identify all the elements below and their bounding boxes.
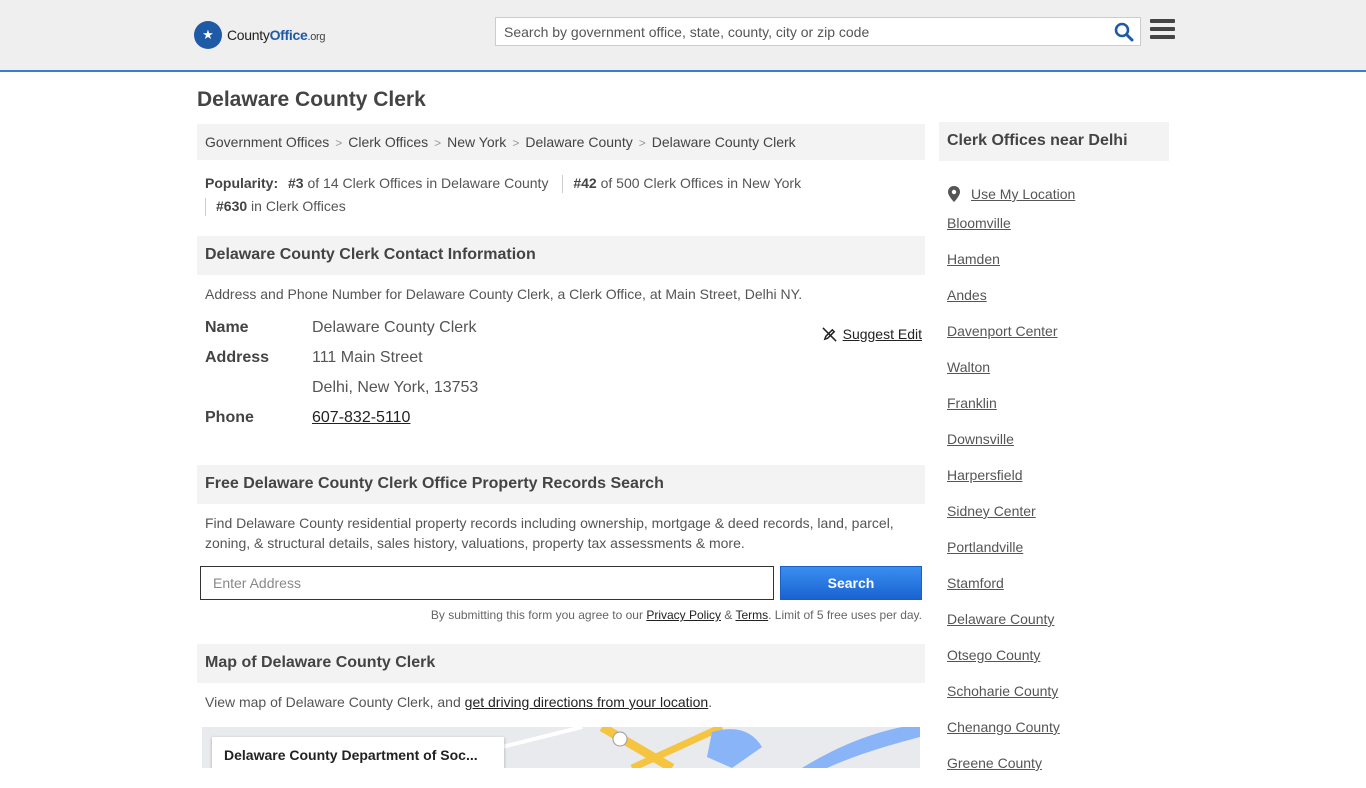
logo-star-icon: ★: [194, 21, 222, 49]
sidebar-heading: Clerk Offices near Delhi: [939, 122, 1169, 161]
breadcrumb-government-offices[interactable]: Government Offices: [205, 134, 329, 150]
site-search: [495, 17, 1141, 46]
terms-link[interactable]: Terms: [735, 608, 768, 622]
address-row: Address 111 Main Street: [205, 346, 925, 376]
sidebar-item-sidney-center[interactable]: Sidney Center: [947, 503, 1036, 519]
name-value: Delaware County Clerk: [312, 319, 477, 336]
location-pin-icon: [948, 186, 960, 202]
map-desc-end: .: [708, 694, 713, 710]
rank-county: #3: [288, 175, 304, 191]
name-row: Name Delaware County Clerk Suggest Edit: [205, 316, 925, 346]
sidebar-item-walton[interactable]: Walton: [947, 359, 990, 375]
map-desc-text: View map of Delaware County Clerk, and: [205, 694, 465, 710]
disclaimer-amp: &: [721, 608, 736, 622]
rank-state-text: of 500 Clerk Offices in New York: [596, 175, 802, 191]
form-disclaimer: By submitting this form you agree to our…: [200, 608, 922, 622]
top-header: ★ CountyOffice.org: [0, 0, 1366, 72]
breadcrumb-separator-icon: >: [335, 136, 343, 150]
popularity-stats: Popularity: #3 of 14 Clerk Offices in De…: [205, 172, 925, 218]
sidebar-item-franklin[interactable]: Franklin: [947, 395, 997, 411]
divider: [205, 198, 206, 217]
rank-county-text: of 14 Clerk Offices in Delaware County: [303, 175, 549, 191]
address-line2: Delhi, New York, 13753: [312, 379, 479, 396]
edit-pencil-icon: [822, 326, 837, 342]
sidebar-item-portlandville[interactable]: Portlandville: [947, 539, 1023, 555]
sidebar-item-otsego-county[interactable]: Otsego County: [947, 647, 1040, 663]
sidebar-item-stamford[interactable]: Stamford: [947, 575, 1004, 591]
sidebar-item-downsville[interactable]: Downsville: [947, 431, 1014, 447]
breadcrumb-new-york[interactable]: New York: [447, 134, 506, 150]
breadcrumb-current: Delaware County Clerk: [651, 134, 796, 150]
map-description: View map of Delaware County Clerk, and g…: [205, 692, 712, 712]
sidebar-item-chenango-county[interactable]: Chenango County: [947, 719, 1060, 735]
sidebar-item-hamden[interactable]: Hamden: [947, 251, 1000, 267]
use-location-item: Use My Location: [947, 176, 1169, 212]
popularity-label: Popularity:: [205, 175, 279, 191]
sidebar-item-bloomville[interactable]: Bloomville: [947, 215, 1011, 231]
sidebar-item-greene-county[interactable]: Greene County: [947, 755, 1042, 771]
address-row-2: Delhi, New York, 13753: [205, 376, 925, 406]
breadcrumb-separator-icon: >: [512, 136, 520, 150]
disclaimer-text: By submitting this form you agree to our: [430, 608, 647, 622]
search-icon[interactable]: [1114, 22, 1134, 42]
phone-label: Phone: [205, 409, 254, 426]
rank-national-text: in Clerk Offices: [247, 198, 346, 214]
site-search-input[interactable]: [496, 18, 1096, 45]
sidebar-item-andes[interactable]: Andes: [947, 287, 987, 303]
suggest-edit-link[interactable]: Suggest Edit: [843, 322, 922, 346]
nearby-offices-list: Use My Location Bloomville Hamden Andes …: [947, 176, 1169, 788]
privacy-policy-link[interactable]: Privacy Policy: [646, 608, 721, 622]
address-search-button[interactable]: Search: [780, 566, 922, 600]
address-label: Address: [205, 349, 270, 366]
contact-heading: Delaware County Clerk Contact Informatio…: [197, 236, 925, 275]
breadcrumb-delaware-county[interactable]: Delaware County: [525, 134, 632, 150]
map-heading: Map of Delaware County Clerk: [197, 644, 925, 683]
breadcrumb: Government Offices > Clerk Offices > New Yor…: [197, 124, 925, 160]
hamburger-menu-icon[interactable]: [1150, 19, 1175, 41]
rank-national: #630: [216, 198, 248, 214]
breadcrumb-separator-icon: >: [638, 136, 646, 150]
page-title: Delaware County Clerk: [197, 88, 426, 111]
phone-link[interactable]: 607-832-5110: [312, 409, 410, 426]
sidebar-item-schoharie-county[interactable]: Schoharie County: [947, 683, 1058, 699]
contact-description: Address and Phone Number for Delaware Co…: [205, 286, 803, 302]
address-search-input[interactable]: [200, 566, 774, 600]
rank-state: #42: [573, 175, 597, 191]
divider: [562, 175, 564, 194]
sidebar-item-davenport-center[interactable]: Davenport Center: [947, 323, 1058, 339]
use-my-location-link[interactable]: Use My Location: [971, 183, 1075, 205]
driving-directions-link[interactable]: get driving directions from your locatio…: [465, 694, 709, 710]
site-logo[interactable]: ★ CountyOffice.org: [194, 20, 326, 50]
map-embed[interactable]: Delaware County Department of Soc...: [202, 727, 920, 768]
suggest-edit[interactable]: Suggest Edit: [822, 322, 922, 346]
sidebar-item-harpersfield[interactable]: Harpersfield: [947, 467, 1022, 483]
breadcrumb-separator-icon: >: [434, 136, 442, 150]
breadcrumb-clerk-offices[interactable]: Clerk Offices: [348, 134, 428, 150]
address-line1: 111 Main Street: [312, 349, 423, 366]
records-heading: Free Delaware County Clerk Office Proper…: [197, 465, 925, 504]
logo-text: CountyOffice.org: [227, 27, 326, 43]
records-description: Find Delaware County residential propert…: [205, 515, 894, 551]
name-label: Name: [205, 319, 249, 336]
disclaimer-limit-text: . Limit of 5 free uses per day.: [768, 608, 922, 622]
sidebar-item-delaware-county[interactable]: Delaware County: [947, 611, 1054, 627]
phone-row: Phone 607-832-5110: [205, 406, 925, 436]
contact-info: Name Delaware County Clerk Suggest Edit …: [205, 316, 925, 436]
map-info-card: Delaware County Department of Soc...: [212, 737, 504, 768]
